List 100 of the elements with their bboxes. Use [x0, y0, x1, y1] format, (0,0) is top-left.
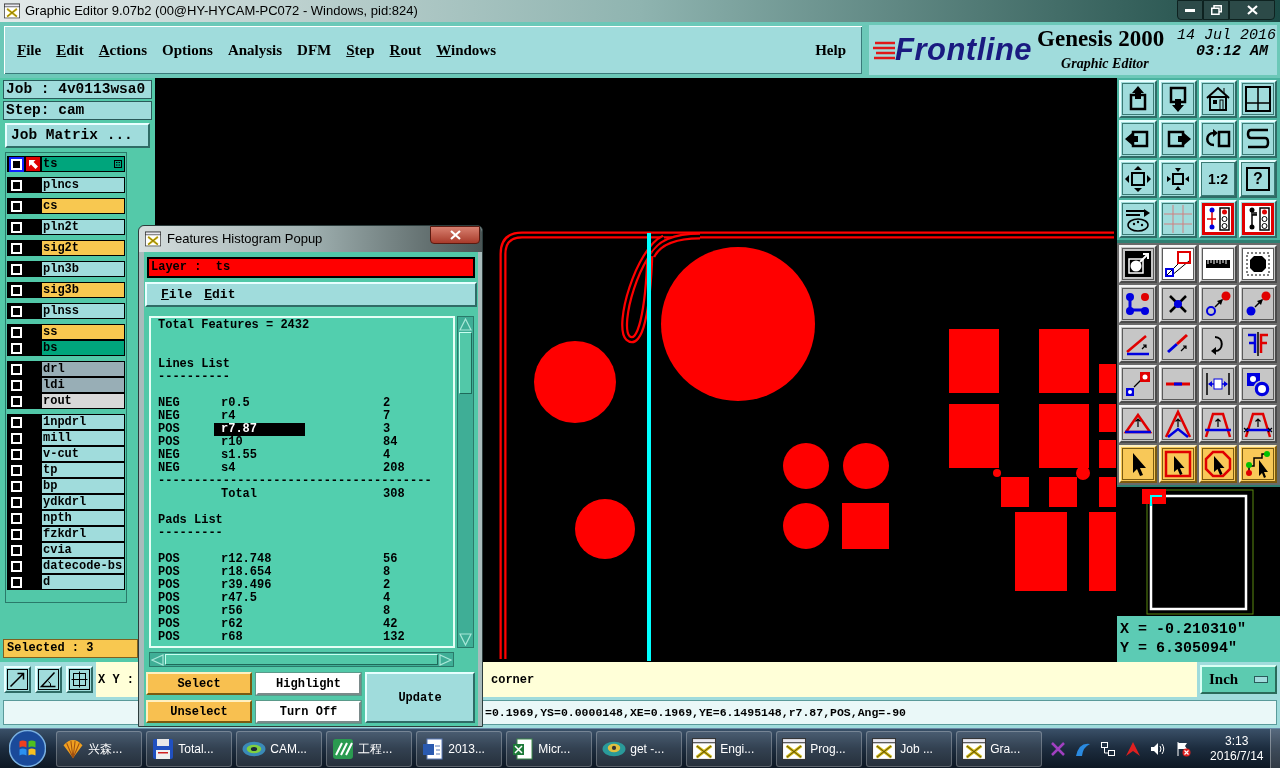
layer-checkbox[interactable]	[11, 464, 22, 476]
popup-button[interactable]: Update	[365, 672, 475, 723]
toolbar-button[interactable]	[1199, 245, 1237, 283]
symbol-text[interactable]: r12.748	[221, 553, 383, 566]
toolbar-button[interactable]	[1239, 405, 1277, 443]
layer-item[interactable]: mill	[41, 430, 125, 446]
taskbar-button[interactable]: Job ...	[866, 730, 953, 767]
layer-checkbox[interactable]	[11, 326, 22, 338]
popup-button[interactable]: Select	[146, 672, 252, 695]
layer-item[interactable]: datecode-bs	[41, 558, 125, 574]
symbol-text[interactable]: r0.5	[221, 397, 383, 410]
layer-checkbox[interactable]	[11, 221, 22, 233]
minimize-button[interactable]	[1177, 0, 1203, 20]
symbol-text[interactable]: r7.87	[214, 423, 305, 436]
toolbar-button[interactable]	[1119, 80, 1157, 118]
layer-item[interactable]: d	[41, 574, 125, 590]
toolbar-button[interactable]	[1199, 325, 1237, 363]
layer-checkbox[interactable]	[11, 528, 22, 540]
layer-item[interactable]: sig3b	[41, 282, 125, 298]
close-button[interactable]	[430, 226, 480, 244]
menu-item[interactable]: Analysis	[221, 41, 289, 59]
toolbar-button[interactable]	[1199, 365, 1237, 403]
menu-item[interactable]: Windows	[430, 41, 503, 59]
toolbar-button[interactable]	[1199, 200, 1237, 238]
tool-button[interactable]	[66, 666, 93, 693]
toolbar-button[interactable]	[1199, 120, 1237, 158]
layer-checkbox[interactable]	[11, 179, 22, 191]
symbol-text[interactable]: r56	[221, 605, 383, 618]
taskbar-button[interactable]: 工程...	[326, 730, 413, 767]
scale-button[interactable]: 1:2	[1199, 160, 1237, 198]
layer-checkbox[interactable]	[11, 395, 22, 407]
taskbar-button[interactable]: Gra...	[956, 730, 1043, 767]
menu-item[interactable]: File	[155, 286, 199, 303]
toolbar-button[interactable]	[1239, 285, 1277, 323]
layer-item[interactable]: fzkdrl	[41, 526, 125, 542]
toolbar-button[interactable]	[1239, 80, 1277, 118]
menu-item[interactable]: Rout	[383, 41, 428, 59]
toolbar-button[interactable]	[1239, 245, 1277, 283]
layer-item[interactable]: npth	[41, 510, 125, 526]
layer-checkbox[interactable]	[11, 200, 22, 212]
taskbar-button[interactable]: Micr...	[506, 730, 593, 767]
layer-checkbox[interactable]	[11, 363, 22, 375]
layer-item[interactable]: cvia	[41, 542, 125, 558]
show-desktop-button[interactable]	[1270, 728, 1280, 768]
toolbar-button[interactable]	[1119, 285, 1157, 323]
layer-checkbox[interactable]	[11, 448, 22, 460]
toolbar-button[interactable]	[1119, 245, 1157, 283]
popup-button[interactable]: Unselect	[146, 700, 252, 723]
symbol-text[interactable]: s4	[221, 462, 383, 475]
layer-item[interactable]: plncs	[41, 177, 125, 193]
toolbar-button[interactable]	[1239, 325, 1277, 363]
layer-item[interactable]: bs	[41, 340, 125, 356]
symbol-text[interactable]: r39.496	[221, 579, 383, 592]
toolbar-button[interactable]	[1199, 405, 1237, 443]
toolbar-button[interactable]	[1159, 80, 1197, 118]
menu-item[interactable]: Edit	[50, 41, 90, 59]
toolbar-button[interactable]	[1199, 285, 1237, 323]
taskbar-button[interactable]: Engi...	[686, 730, 773, 767]
layer-checkbox[interactable]	[11, 305, 22, 317]
layer-item[interactable]: drl	[41, 361, 125, 377]
toolbar-button[interactable]	[1159, 245, 1197, 283]
layer-item[interactable]: tp	[41, 462, 125, 478]
layer-checkbox[interactable]	[11, 242, 22, 254]
symbol-text[interactable]: r62	[221, 618, 383, 631]
toolbar-button[interactable]	[1119, 445, 1157, 483]
network-icon[interactable]	[1100, 740, 1117, 757]
toolbar-button[interactable]	[1159, 285, 1197, 323]
taskbar-button[interactable]: Prog...	[776, 730, 863, 767]
symbol-text[interactable]: r47.5	[221, 592, 383, 605]
toolbar-button[interactable]	[1159, 365, 1197, 403]
layer-checkbox[interactable]	[11, 576, 22, 588]
toolbar-button[interactable]	[1119, 160, 1157, 198]
layer-checkbox[interactable]	[11, 432, 22, 444]
toolbar-button[interactable]	[1159, 325, 1197, 363]
layer-item[interactable]: ss	[41, 324, 125, 340]
layer-checkbox[interactable]	[11, 342, 22, 354]
layer-item[interactable]: cs	[41, 198, 125, 214]
close-button[interactable]	[1229, 0, 1275, 20]
toolbar-button[interactable]	[1239, 365, 1277, 403]
toolbar-button[interactable]	[1239, 200, 1277, 238]
taskbar-button[interactable]: Total...	[146, 730, 233, 767]
layer-item[interactable]: 1npdrl	[41, 414, 125, 430]
taskbar-button[interactable]: 2013...	[416, 730, 503, 767]
toolbar-button[interactable]	[1159, 405, 1197, 443]
layer-item[interactable]: pln2t	[41, 219, 125, 235]
toolbar-button[interactable]	[1119, 120, 1157, 158]
symbol-text[interactable]: r4	[221, 410, 383, 423]
menu-item[interactable]: Help	[809, 41, 852, 59]
menu-item[interactable]: Options	[156, 41, 219, 59]
menu-item[interactable]: Actions	[92, 41, 154, 59]
symbol-text[interactable]: r10	[221, 436, 383, 449]
peak-icon[interactable]	[1125, 740, 1142, 757]
popup-button[interactable]: Turn Off	[256, 701, 361, 723]
taskbar-button[interactable]: 兴森...	[56, 730, 143, 767]
layer-item[interactable]: ldi	[41, 377, 125, 393]
layer-checkbox[interactable]	[11, 416, 22, 428]
layer-checkbox[interactable]	[11, 512, 22, 524]
layer-checkbox[interactable]	[11, 560, 22, 572]
layer-item[interactable]: rout	[41, 393, 125, 409]
start-button[interactable]	[6, 728, 49, 768]
